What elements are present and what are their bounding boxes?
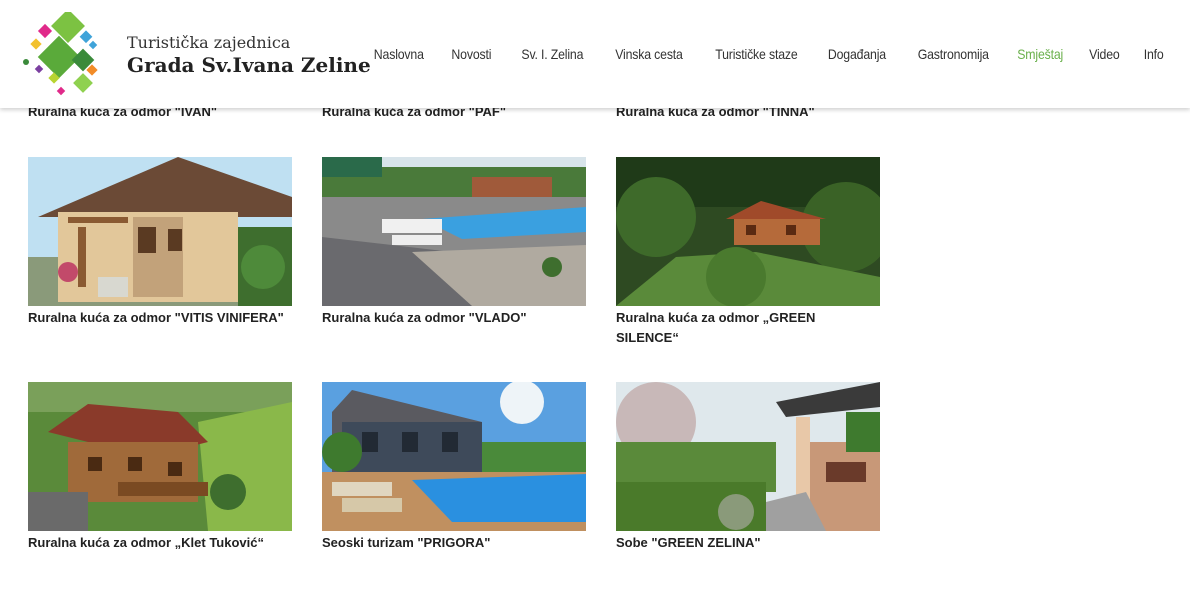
- listing-title-vlado[interactable]: Ruralna kuća za odmor "VLADO": [322, 308, 586, 328]
- logo-text[interactable]: Turistička zajednica Grada Sv.Ivana Zeli…: [127, 34, 371, 78]
- listing-title-green-silence[interactable]: Ruralna kuća za odmor „GREEN SILENCE“: [616, 308, 880, 348]
- garden-terrace-photo[interactable]: [616, 382, 880, 531]
- pool-house-photo[interactable]: [322, 382, 586, 531]
- wooden-house-photo[interactable]: [28, 382, 292, 531]
- nav-sv-i-zelina[interactable]: Sv. I. Zelina: [522, 46, 584, 62]
- site-header: Turistička zajednica Grada Sv.Ivana Zeli…: [0, 0, 1190, 108]
- nav-gastronomija[interactable]: Gastronomija: [918, 46, 989, 62]
- main-nav: Naslovna Novosti Sv. I. Zelina Vinska ce…: [345, 46, 1164, 62]
- listing-card[interactable]: Sobe "GREEN ZELINA": [616, 382, 880, 553]
- listing-card[interactable]: Ruralna kuća za odmor "VLADO": [322, 157, 586, 328]
- forest-house-photo[interactable]: [616, 157, 880, 306]
- nav-turisticke-staze[interactable]: Turističke staze: [716, 46, 798, 62]
- listing-card[interactable]: Ruralna kuća za odmor "VITIS VINIFERA": [28, 157, 292, 328]
- listing-card[interactable]: Ruralna kuća za odmor „GREEN SILENCE“: [616, 157, 880, 348]
- logo-line1: Turistička zajednica: [127, 33, 291, 52]
- nav-novosti[interactable]: Novosti: [452, 46, 492, 62]
- listing-card[interactable]: Seoski turizam "PRIGORA": [322, 382, 586, 553]
- nav-vinska-cesta[interactable]: Vinska cesta: [615, 46, 683, 62]
- listing-title-prigora[interactable]: Seoski turizam "PRIGORA": [322, 533, 586, 553]
- listing-title-green-zelina[interactable]: Sobe "GREEN ZELINA": [616, 533, 880, 553]
- listing-card[interactable]: Ruralna kuća za odmor „Klet Tuković“: [28, 382, 292, 553]
- pool-photo[interactable]: [322, 157, 586, 306]
- listing-title-klet-tukovic[interactable]: Ruralna kuća za odmor „Klet Tuković“: [28, 533, 292, 553]
- nav-dogadanja[interactable]: Događanja: [828, 46, 886, 62]
- listing-title-vitis-vinifera[interactable]: Ruralna kuća za odmor "VITIS VINIFERA": [28, 308, 292, 328]
- nav-video[interactable]: Video: [1089, 46, 1120, 62]
- logo-line2: Grada Sv.Ivana Zeline: [127, 53, 371, 77]
- nav-info[interactable]: Info: [1144, 46, 1164, 62]
- nav-naslovna[interactable]: Naslovna: [374, 46, 424, 62]
- nav-smjestaj[interactable]: Smještaj: [1017, 46, 1063, 62]
- logo-icon[interactable]: [20, 12, 110, 102]
- house-photo[interactable]: [28, 157, 292, 306]
